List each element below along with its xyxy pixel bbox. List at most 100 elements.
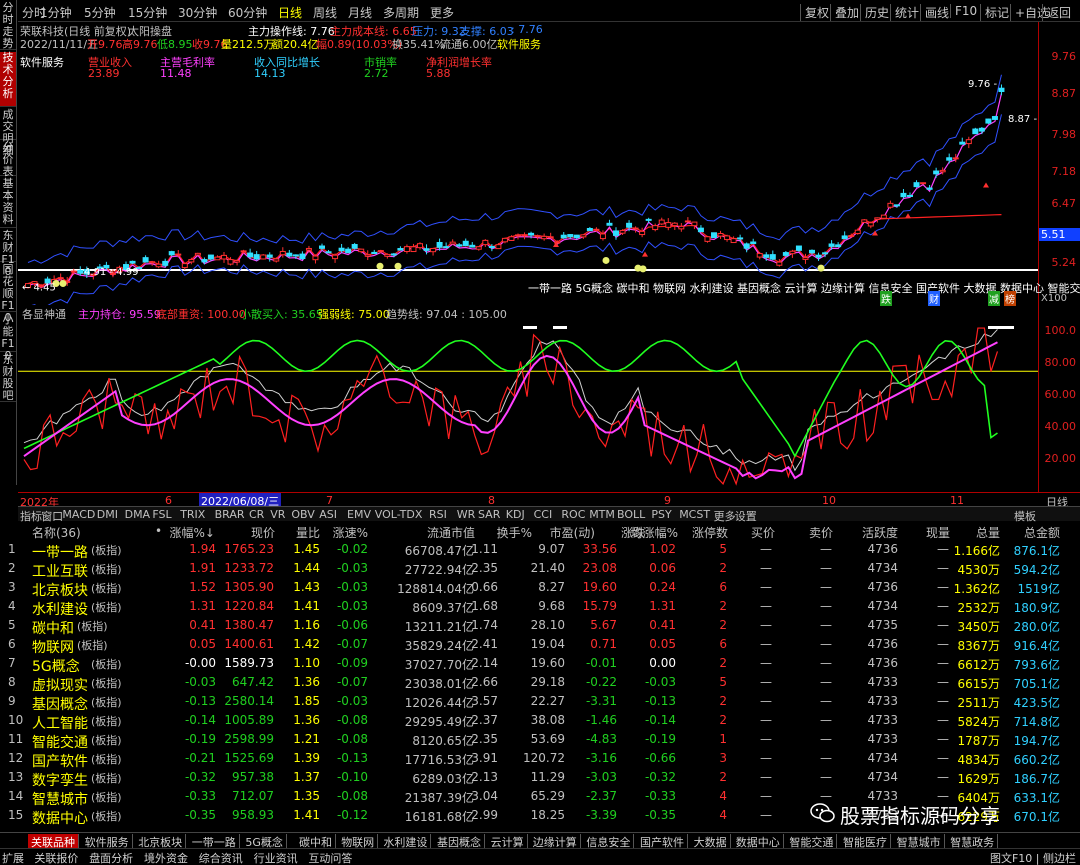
candle xyxy=(756,253,763,258)
cell: 27722.94亿 xyxy=(404,563,474,577)
table-row[interactable]: 4 水利建设 (板指) 1.31 1220.84 1.41 -0.03 8609.37亿 1.6… xyxy=(0,598,1080,618)
cell: 18.25 xyxy=(530,808,565,822)
period-tab[interactable]: 5分钟 xyxy=(84,4,116,21)
toolbar-button[interactable]: 画线 xyxy=(920,4,949,21)
column-header[interactable]: 涨速% xyxy=(333,524,368,541)
column-header[interactable]: 流通市值 xyxy=(427,524,475,541)
indicator-tab[interactable]: MTM xyxy=(589,508,615,521)
indicator-tab[interactable]: MCST xyxy=(679,508,710,521)
indicator-tab[interactable]: EMV xyxy=(347,508,371,521)
sidebar-tab[interactable]: 东财F10 xyxy=(0,230,16,278)
bottom-bar-item[interactable]: 综合资讯 xyxy=(199,850,243,865)
toolbar-button[interactable]: 复权 xyxy=(800,4,829,21)
indicator-tab[interactable]: DMA xyxy=(125,508,151,521)
indicator-tab[interactable]: TRIX xyxy=(180,508,205,521)
candle xyxy=(678,225,685,230)
toolbar-button[interactable]: 返回 xyxy=(1042,4,1071,21)
toolbar-button[interactable]: F10 xyxy=(950,4,977,18)
table-row[interactable]: 13 数字孪生 (板指) -0.32 957.38 1.37 -0.10 6289.03亿 2.… xyxy=(0,769,1080,789)
table-row[interactable]: 8 虚拟现实 (板指) -0.03 647.42 1.36 -0.07 23038.01亿 2.… xyxy=(0,674,1080,694)
indicator-tab[interactable]: DMI xyxy=(97,508,118,521)
period-tab[interactable]: 日线 xyxy=(278,4,302,21)
table-row[interactable]: 11 智能交通 (板指) -0.19 2598.99 1.21 -0.08 8120.65亿 2… xyxy=(0,731,1080,751)
indicator-tab[interactable]: KDJ xyxy=(506,508,525,521)
sidebar-tab[interactable]: 分时走势 xyxy=(0,2,16,50)
bottom-tabs: 关联品种 软件服务 北京板块 一带一路 5G概念 碳中和 物联网 水利建设 基因概念 云计算 边缘计… xyxy=(0,832,1080,850)
indicator-tab[interactable]: VR xyxy=(270,508,285,521)
period-tab[interactable]: 15分钟 xyxy=(128,4,167,21)
indicator-tab[interactable]: BRAR xyxy=(215,508,245,521)
table-row[interactable]: 1 一带一路 (板指) 1.94 1765.23 1.45 -0.02 66708.47亿 1.… xyxy=(0,541,1080,561)
column-header[interactable]: 总金额 xyxy=(1024,524,1060,541)
table-row[interactable]: 9 基因概念 (板指) -0.13 2580.14 1.85 -0.03 12026.44亿 3… xyxy=(0,693,1080,713)
candle xyxy=(155,263,162,268)
column-header[interactable]: • xyxy=(155,524,162,538)
toolbar-button[interactable]: 标记 xyxy=(980,4,1009,21)
bottom-bar-item[interactable]: 扩展 xyxy=(2,850,24,865)
table-row[interactable]: 12 国产软件 (板指) -0.21 1525.69 1.39 -0.13 17716.53亿… xyxy=(0,750,1080,770)
cell: — xyxy=(760,599,772,613)
table-row[interactable]: 5 碳中和 (板指) 0.41 1380.47 1.16 -0.06 13211.21亿 1.7… xyxy=(0,617,1080,637)
column-header[interactable]: 现价 xyxy=(251,524,275,541)
bottom-bar-item[interactable]: 行业资讯 xyxy=(254,850,298,865)
indicator-tab[interactable]: WR xyxy=(457,508,476,521)
sidebar-tab[interactable]: 同花顺F10 xyxy=(0,264,16,324)
period-tab[interactable]: 30分钟 xyxy=(178,4,217,21)
column-header[interactable]: 总量 xyxy=(976,524,1000,541)
column-header[interactable]: 市盈(动) xyxy=(550,524,595,541)
indicator-tab[interactable]: CCI xyxy=(534,508,553,521)
indicator-tab[interactable]: OBV xyxy=(291,508,314,521)
indicator-tab[interactable]: CR xyxy=(249,508,264,521)
bottom-bar-item[interactable]: 互动问答 xyxy=(308,850,352,865)
bottom-bar-item[interactable]: 境外资金 xyxy=(144,850,188,865)
column-header[interactable]: 现量 xyxy=(926,524,950,541)
cell: 1787万 xyxy=(957,734,1000,748)
column-header[interactable]: 涨幅%↓ xyxy=(170,524,215,541)
toolbar-button[interactable]: 统计 xyxy=(890,4,919,21)
column-header[interactable]: 卖价 xyxy=(809,524,833,541)
table-row[interactable]: 7 5G概念 (板指) -0.00 1589.73 1.10 -0.09 37027.70亿 2… xyxy=(0,655,1080,675)
bottom-right-label[interactable]: 图文F10 | 侧边栏 xyxy=(990,850,1076,865)
toolbar-button[interactable]: 历史 xyxy=(860,4,889,21)
column-header[interactable]: 买价 xyxy=(751,524,775,541)
indicator-tab[interactable]: PSY xyxy=(651,508,671,521)
table-row[interactable]: 3 北京板块 (板指) 1.52 1305.90 1.43 -0.03 128814.04亿 0… xyxy=(0,579,1080,599)
candlestick-chart[interactable]: 4.91 - 4.99 ← 4.45 9.76 - 8.87 - xyxy=(18,50,1038,305)
period-tab[interactable]: 多周期 xyxy=(383,4,419,21)
sidebar-tab[interactable]: 东财股吧 xyxy=(0,354,16,402)
column-header[interactable]: 换手% xyxy=(497,524,532,541)
sidebar-tab[interactable]: 基本资料 xyxy=(0,178,16,228)
column-header[interactable]: 均涨幅% xyxy=(631,524,678,541)
bottom-bar-item[interactable]: 盘面分析 xyxy=(89,850,133,865)
period-tab[interactable]: 60分钟 xyxy=(228,4,267,21)
period-tab[interactable]: 周线 xyxy=(313,4,337,21)
oscillator-chart[interactable] xyxy=(18,320,1038,492)
table-row[interactable]: 10 人工智能 (板指) -0.14 1005.89 1.36 -0.08 29295.49亿… xyxy=(0,712,1080,732)
bottom-bar-item[interactable]: 关联报价 xyxy=(34,850,78,865)
indicator-tab[interactable]: SAR xyxy=(478,508,500,521)
sidebar-tab[interactable]: 成交明细 xyxy=(0,109,16,157)
indicator-tab[interactable]: FSL xyxy=(152,508,171,521)
table-row[interactable]: 2 工业互联 (板指) 1.91 1233.72 1.44 -0.03 27722.94亿 2.… xyxy=(0,560,1080,580)
period-tab[interactable]: 1分钟 xyxy=(40,4,72,21)
toolbar-button[interactable]: 叠加 xyxy=(830,4,859,21)
indicator-tab[interactable]: VOL-TDX xyxy=(375,508,423,521)
table-row[interactable]: 6 物联网 (板指) 0.05 1400.61 1.42 -0.07 35829.24亿 2.4… xyxy=(0,636,1080,656)
column-header[interactable]: 量比 xyxy=(296,524,320,541)
cell: 1.43 xyxy=(293,580,320,594)
indicator-tab[interactable]: ASI xyxy=(319,508,337,521)
indicator-tab[interactable]: RSI xyxy=(429,508,447,521)
sidebar-tab[interactable]: 技术分析 xyxy=(0,52,16,107)
cell: 8.27 xyxy=(538,580,565,594)
indicator-tab[interactable]: MACD xyxy=(62,508,95,521)
column-header[interactable]: 名称(36) xyxy=(32,524,81,541)
sidebar-tab[interactable]: 小能F10 xyxy=(0,314,16,362)
indicator-tab[interactable]: BOLL xyxy=(617,508,645,521)
column-header[interactable]: 涨停数 xyxy=(692,524,728,541)
period-tab[interactable]: 月线 xyxy=(348,4,372,21)
sidebar-tab[interactable]: 分价表 xyxy=(0,142,16,178)
candle xyxy=(325,251,332,254)
period-tab[interactable]: 更多 xyxy=(430,4,454,21)
indicator-tab[interactable]: ROC xyxy=(561,508,585,521)
column-header[interactable]: 活跃度 xyxy=(862,524,898,541)
